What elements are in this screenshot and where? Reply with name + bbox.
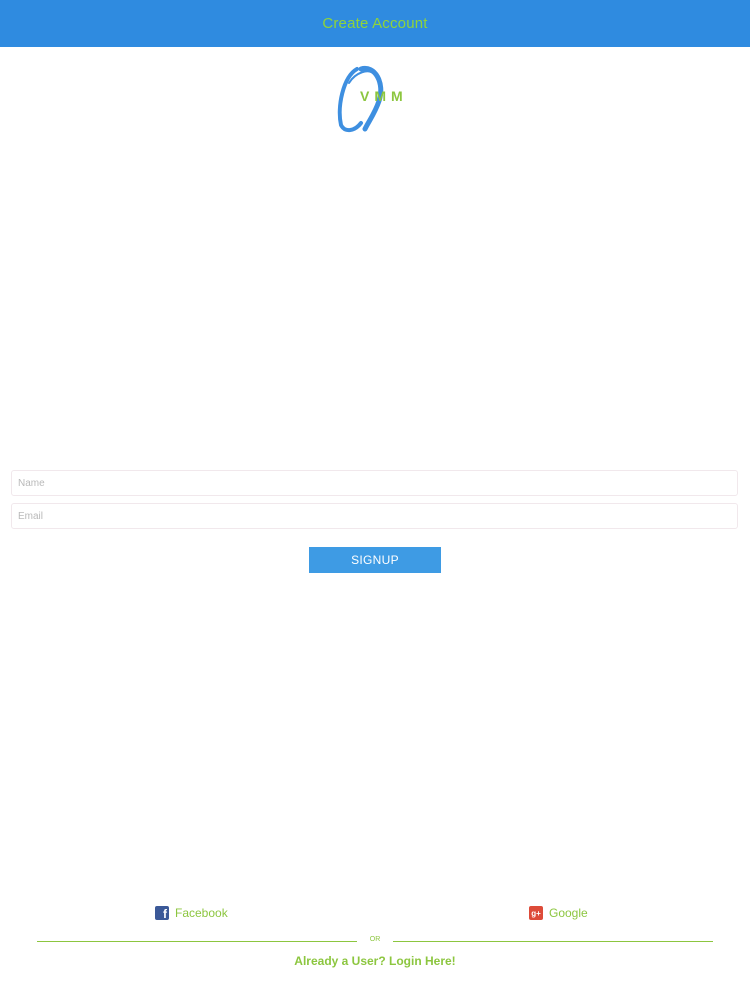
google-plus-icon: g+ — [529, 906, 543, 920]
facebook-label: Facebook — [175, 906, 228, 920]
create-account-screen: Create Account VMM SIGNUP f Facebook g+ … — [0, 0, 750, 1000]
email-input[interactable] — [12, 504, 737, 528]
facebook-icon: f — [155, 906, 169, 920]
facebook-login-button[interactable]: f Facebook — [155, 906, 228, 920]
login-link[interactable]: Already a User? Login Here! — [0, 954, 750, 968]
name-input[interactable] — [12, 471, 737, 495]
page-title: Create Account — [322, 15, 428, 32]
email-field[interactable] — [11, 503, 738, 529]
divider-line-left — [37, 941, 357, 942]
google-login-button[interactable]: g+ Google — [529, 906, 588, 920]
signup-button[interactable]: SIGNUP — [309, 547, 441, 573]
name-field[interactable] — [11, 470, 738, 496]
vmm-logo: VMM — [335, 63, 417, 135]
divider-or-text: OR — [369, 936, 381, 943]
nav-bar: Create Account — [0, 0, 750, 47]
logo-text: VMM — [360, 88, 408, 104]
divider-line-right — [393, 941, 713, 942]
google-label: Google — [549, 906, 588, 920]
